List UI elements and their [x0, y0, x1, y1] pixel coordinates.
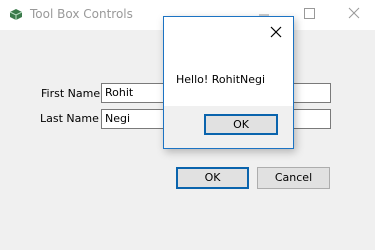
window-title: Tool Box Controls [30, 7, 133, 21]
message-box-dialog: Hello! RohitNegi OK [163, 16, 294, 149]
close-icon [348, 7, 360, 19]
toolbox-app-icon [8, 6, 24, 22]
ok-button[interactable]: OK [176, 167, 249, 189]
cancel-button[interactable]: Cancel [257, 167, 330, 189]
window-close-button[interactable] [329, 0, 375, 30]
dialog-button-area: OK [164, 106, 293, 148]
last-name-label: Last Name [40, 112, 99, 125]
dialog-message: Hello! RohitNegi [176, 73, 266, 86]
dialog-close-button[interactable] [268, 24, 284, 40]
dialog-ok-button[interactable]: OK [204, 114, 278, 135]
dialog-close-icon [270, 26, 282, 38]
first-name-label: First Name [41, 87, 101, 100]
